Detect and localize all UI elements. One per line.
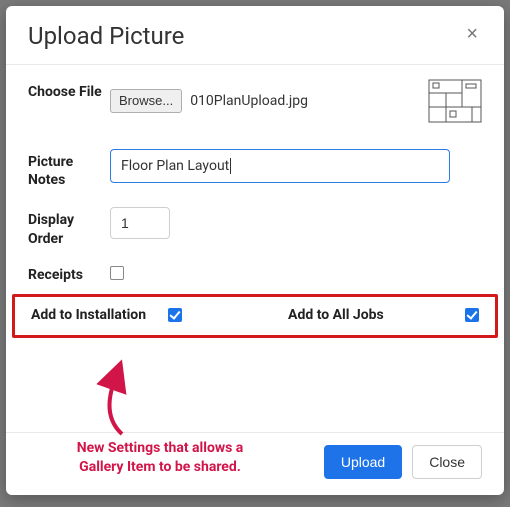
- label-receipts: Receipts: [28, 266, 110, 284]
- row-receipts: Receipts: [28, 266, 482, 284]
- row-picture-notes: Picture Notes Floor Plan Layout: [28, 149, 482, 189]
- modal-footer: Upload Close: [6, 432, 504, 495]
- picture-notes-value: Floor Plan Layout: [121, 158, 229, 174]
- display-order-input[interactable]: [110, 207, 170, 239]
- picture-notes-input[interactable]: Floor Plan Layout: [110, 149, 450, 183]
- receipts-checkbox[interactable]: [110, 266, 124, 280]
- add-to-all-jobs-checkbox[interactable]: [465, 308, 479, 322]
- close-button[interactable]: Close: [412, 445, 482, 479]
- modal-title: Upload Picture: [28, 22, 184, 50]
- upload-button[interactable]: Upload: [324, 445, 402, 479]
- browse-button[interactable]: Browse...: [110, 89, 182, 113]
- add-to-installation-checkbox[interactable]: [168, 308, 182, 322]
- text-caret-icon: [230, 158, 231, 174]
- choose-file-controls: Browse... 010PlanUpload.jpg: [110, 79, 482, 123]
- label-picture-notes: Picture Notes: [28, 149, 110, 189]
- upload-picture-modal: Upload Picture × Choose File Browse... 0…: [6, 6, 504, 495]
- modal-body: Choose File Browse... 010PlanUpload.jpg: [6, 65, 504, 432]
- label-choose-file: Choose File: [28, 79, 110, 101]
- selected-filename: 010PlanUpload.jpg: [190, 93, 308, 109]
- close-icon[interactable]: ×: [462, 22, 482, 46]
- row-choose-file: Choose File Browse... 010PlanUpload.jpg: [28, 79, 482, 123]
- label-add-to-all-jobs: Add to All Jobs: [288, 307, 384, 323]
- label-display-order: Display Order: [28, 207, 110, 247]
- row-display-order: Display Order: [28, 207, 482, 247]
- modal-header: Upload Picture ×: [6, 6, 504, 65]
- floorplan-thumbnail-icon: [428, 79, 482, 123]
- label-add-to-installation: Add to Installation: [31, 307, 146, 323]
- highlighted-settings-box: Add to Installation Add to All Jobs: [12, 294, 498, 338]
